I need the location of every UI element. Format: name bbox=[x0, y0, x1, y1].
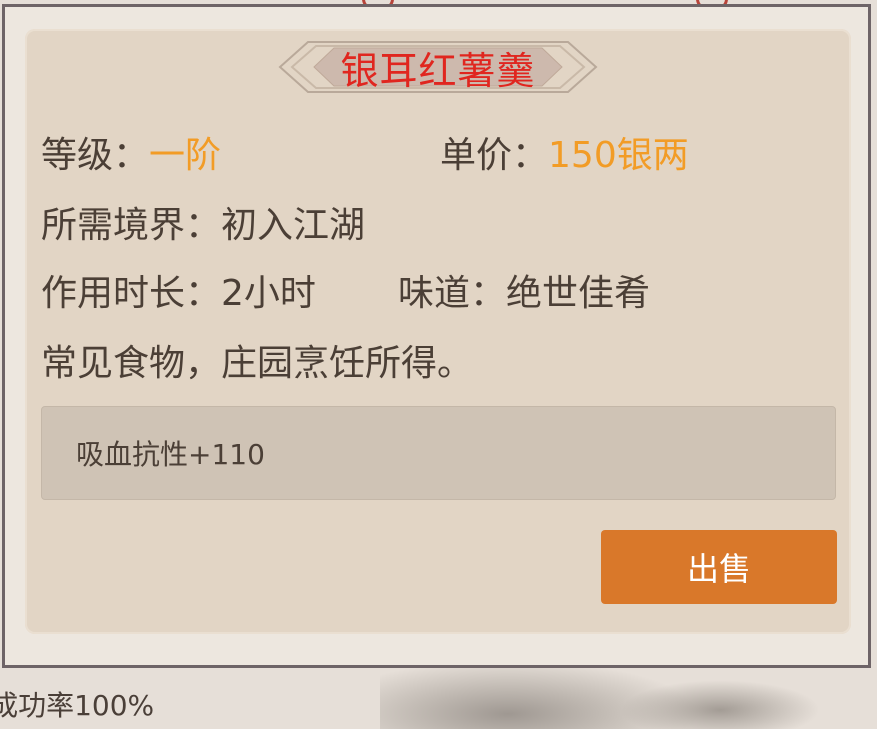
effect-text: 吸血抗性+110 bbox=[76, 438, 265, 471]
item-name-title: 银耳红薯羹 bbox=[340, 48, 536, 93]
effect-box: 吸血抗性+110 bbox=[41, 406, 836, 500]
duration-row: 作用时长：2小时 bbox=[41, 264, 316, 316]
realm-label: 所需境界： bbox=[41, 205, 222, 246]
title-plaque: 银耳红薯羹 bbox=[278, 36, 598, 98]
item-description: 常见食物，庄园烹饪所得。 bbox=[41, 343, 474, 384]
taste-label: 味道： bbox=[398, 273, 507, 314]
realm-value: 初入江湖 bbox=[221, 205, 366, 246]
duration-value: 2小时 bbox=[221, 273, 316, 314]
background-scenery-2 bbox=[620, 680, 820, 729]
grade-label: 等级： bbox=[41, 135, 150, 176]
taste-value: 绝世佳肴 bbox=[506, 273, 651, 314]
sell-button[interactable]: 出售 bbox=[601, 530, 837, 604]
grade-value: 一阶 bbox=[149, 135, 222, 176]
duration-label: 作用时长： bbox=[41, 273, 222, 314]
price-value: 150银两 bbox=[548, 135, 689, 176]
taste-row: 味道：绝世佳肴 bbox=[398, 264, 650, 316]
background-success-rate-text: -成功率100% bbox=[0, 689, 155, 722]
price-row: 单价：150银两 bbox=[440, 126, 689, 178]
grade-row: 等级：一阶 bbox=[41, 126, 221, 178]
price-label: 单价： bbox=[440, 135, 549, 176]
screen: -成功率100% 银耳红薯羹 等级：一阶 单价：150银两 所需境界：初入江湖 … bbox=[0, 0, 877, 729]
realm-row: 所需境界：初入江湖 bbox=[41, 196, 365, 248]
